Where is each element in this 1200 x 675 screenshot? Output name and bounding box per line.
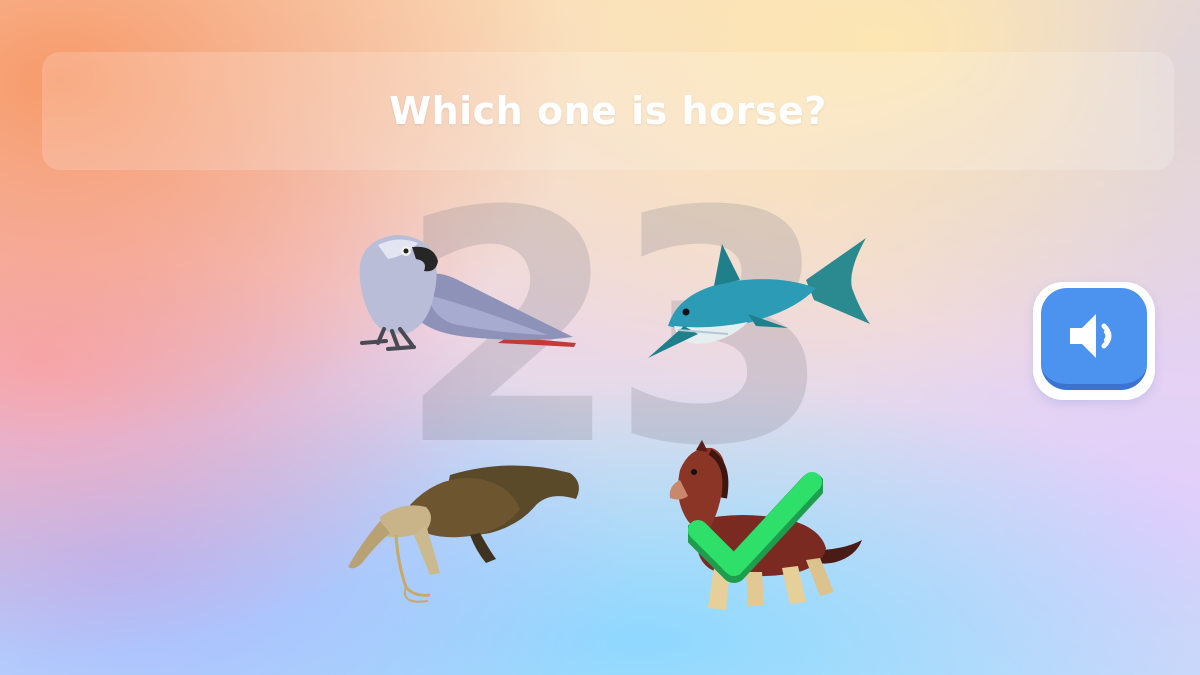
correct-check-icon (688, 472, 823, 592)
anteater-icon (348, 465, 579, 603)
speaker-icon (1070, 314, 1112, 358)
question-text: Which one is horse? (389, 89, 827, 133)
shark-icon (648, 238, 870, 358)
option-parrot[interactable] (348, 225, 588, 375)
sound-button[interactable] (1033, 282, 1155, 400)
option-shark[interactable] (638, 230, 878, 365)
parrot-icon (359, 235, 576, 351)
sound-button-face (1041, 288, 1147, 390)
game-screen: Which one is horse? 23 (0, 0, 1200, 675)
option-anteater[interactable] (340, 455, 590, 610)
